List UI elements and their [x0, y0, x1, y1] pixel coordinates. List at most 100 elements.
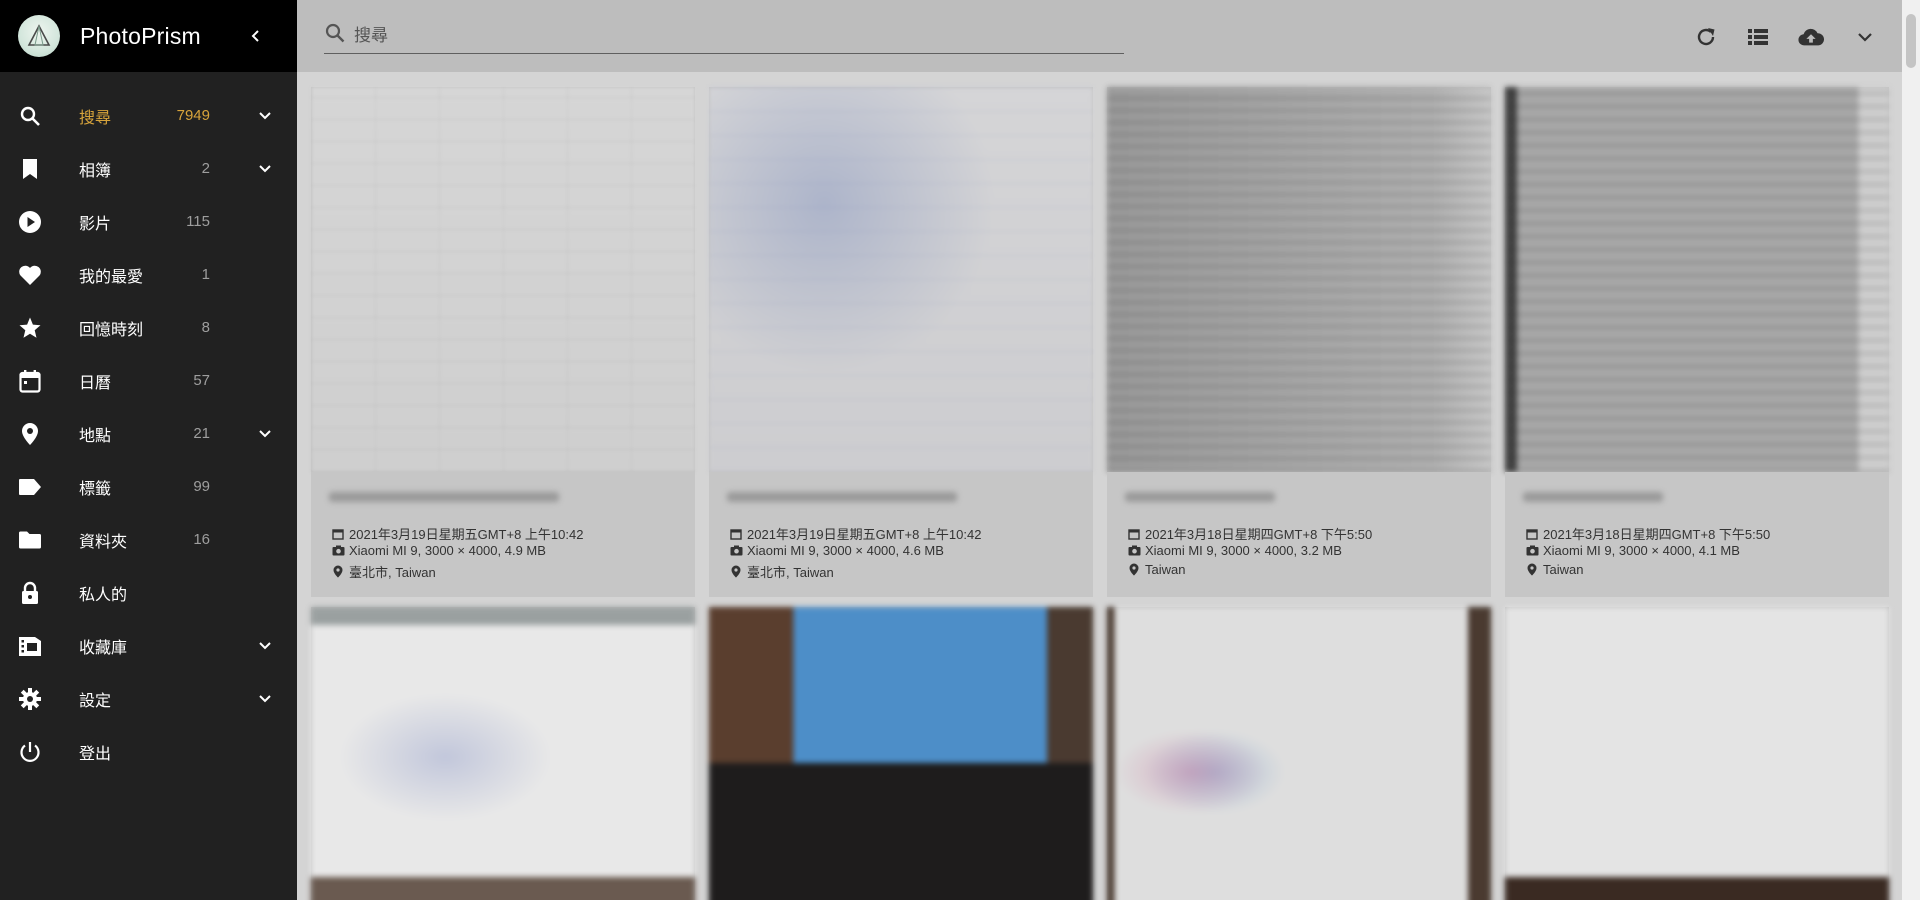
map-marker-icon [729, 565, 743, 579]
label-icon [18, 475, 42, 499]
sidebar-item-count: 115 [186, 213, 210, 230]
photo-card[interactable]: 2021年3月19日星期五GMT+8 上午10:42 Xiaomi MI 9, … [311, 87, 695, 597]
chevron-down-icon[interactable] [253, 422, 277, 446]
chevron-down-icon[interactable] [253, 157, 277, 181]
photo-thumbnail[interactable] [709, 607, 1093, 900]
photo-location-text: Taiwan [1145, 562, 1186, 577]
photo-camera-text: Xiaomi MI 9, 3000 × 4000, 4.6 MB [747, 543, 944, 558]
sidebar-item-label: 私人的 [79, 586, 128, 604]
chevron-down-icon[interactable] [253, 634, 277, 658]
calendar-icon [331, 527, 345, 541]
chevron-down-icon[interactable] [253, 104, 277, 128]
heart-icon [18, 263, 42, 287]
sidebar-item-settings[interactable]: 設定 [0, 672, 297, 725]
photo-location-text: 臺北市, Taiwan [747, 565, 834, 580]
sidebar-item-label: 標籤 [79, 480, 112, 498]
chevron-down-icon[interactable] [1852, 24, 1878, 50]
sidebar-item-favorites[interactable]: 我的最愛 1 [0, 248, 297, 301]
photo-thumbnail[interactable] [1505, 607, 1889, 900]
collapse-sidebar-icon[interactable] [244, 24, 268, 48]
lock-icon [18, 581, 42, 605]
photo-title [727, 492, 957, 502]
photo-camera: Xiaomi MI 9, 3000 × 4000, 4.1 MB [1525, 543, 1740, 558]
sidebar-item-logout[interactable]: 登出 [0, 725, 297, 778]
photo-card[interactable]: 2021年3月18日星期四GMT+8 下午5:50 Xiaomi MI 9, 3… [1505, 87, 1889, 597]
photoprism-logo-icon[interactable] [18, 15, 60, 57]
sidebar-item-search[interactable]: 搜尋 7949 [0, 89, 297, 142]
play-circle-icon [18, 210, 42, 234]
photo-location-text: 臺北市, Taiwan [349, 565, 436, 580]
sidebar-item-private[interactable]: 私人的 [0, 566, 297, 619]
calendar-icon [1525, 527, 1539, 541]
sidebar-item-label: 搜尋 [79, 109, 112, 127]
photo-caption: 2021年3月18日星期四GMT+8 下午5:50 Xiaomi MI 9, 3… [1107, 472, 1491, 597]
photo-caption: 2021年3月19日星期五GMT+8 上午10:42 Xiaomi MI 9, … [709, 472, 1093, 597]
sidebar-item-labels[interactable]: 標籤 99 [0, 460, 297, 513]
photo-camera: Xiaomi MI 9, 3000 × 4000, 4.9 MB [331, 543, 546, 558]
photo-card[interactable]: 2021年3月18日星期四GMT+8 下午5:50 Xiaomi MI 9, 3… [1107, 87, 1491, 597]
photo-location: 臺北市, Taiwan [729, 562, 834, 581]
scrollbar[interactable] [1902, 0, 1920, 900]
sidebar-item-albums[interactable]: 相簿 2 [0, 142, 297, 195]
sidebar-item-calendar[interactable]: 日曆 57 [0, 354, 297, 407]
camera-icon [1127, 544, 1141, 558]
sidebar-item-count: 99 [193, 478, 210, 495]
sidebar: PhotoPrism 搜尋 7949 相簿 2 影片 115 我的最愛 1 回憶… [0, 0, 297, 900]
photo-thumbnail[interactable] [709, 87, 1093, 472]
refresh-icon[interactable] [1693, 24, 1719, 50]
calendar-icon [729, 527, 743, 541]
photo-thumbnail[interactable] [1107, 87, 1491, 472]
photo-thumbnail[interactable] [311, 87, 695, 472]
photo-card[interactable] [311, 607, 695, 900]
photo-card[interactable] [709, 607, 1093, 900]
sidebar-item-count: 1 [201, 266, 210, 283]
photo-camera: Xiaomi MI 9, 3000 × 4000, 4.6 MB [729, 543, 944, 558]
sidebar-header: PhotoPrism [0, 0, 297, 72]
sidebar-item-label: 收藏庫 [79, 639, 128, 657]
sidebar-item-moments[interactable]: 回憶時刻 8 [0, 301, 297, 354]
scrollbar-thumb[interactable] [1906, 14, 1916, 68]
camera-icon [331, 544, 345, 558]
search-icon [324, 22, 346, 49]
photo-title [329, 492, 559, 502]
sidebar-item-folders[interactable]: 資料夾 16 [0, 513, 297, 566]
sidebar-item-label: 資料夾 [79, 533, 128, 551]
sidebar-item-places[interactable]: 地點 21 [0, 407, 297, 460]
gear-icon [18, 687, 42, 711]
photo-location: Taiwan [1127, 562, 1185, 577]
folder-icon [18, 528, 42, 552]
photo-card[interactable] [1107, 607, 1491, 900]
camera-icon [729, 544, 743, 558]
photo-location-text: Taiwan [1543, 562, 1584, 577]
view-list-icon[interactable] [1745, 24, 1771, 50]
sidebar-item-count: 7949 [176, 107, 210, 124]
photo-location: 臺北市, Taiwan [331, 562, 436, 581]
photo-location: Taiwan [1525, 562, 1583, 577]
cloud-upload-icon[interactable] [1798, 24, 1824, 50]
camera-icon [1525, 544, 1539, 558]
chevron-down-icon[interactable] [253, 687, 277, 711]
photo-date: 2021年3月18日星期四GMT+8 下午5:50 [1127, 524, 1372, 543]
photo-date-text: 2021年3月19日星期五GMT+8 上午10:42 [349, 527, 584, 542]
photo-caption: 2021年3月19日星期五GMT+8 上午10:42 Xiaomi MI 9, … [311, 472, 695, 597]
map-marker-icon [331, 565, 345, 579]
photo-date: 2021年3月19日星期五GMT+8 上午10:42 [331, 524, 583, 543]
sidebar-item-count: 16 [193, 531, 210, 548]
photo-date-text: 2021年3月19日星期五GMT+8 上午10:42 [747, 527, 982, 542]
sidebar-item-library[interactable]: 收藏庫 [0, 619, 297, 672]
sidebar-item-label: 設定 [79, 692, 112, 710]
sidebar-item-label: 我的最愛 [79, 268, 144, 286]
sidebar-item-videos[interactable]: 影片 115 [0, 195, 297, 248]
photo-date: 2021年3月18日星期四GMT+8 下午5:50 [1525, 524, 1770, 543]
photo-title [1125, 492, 1275, 502]
photo-thumbnail[interactable] [1505, 87, 1889, 472]
sidebar-item-label: 相簿 [79, 162, 112, 180]
photo-thumbnail[interactable] [1107, 607, 1491, 900]
photo-thumbnail[interactable] [311, 607, 695, 900]
search-input[interactable] [354, 25, 1114, 46]
sidebar-item-label: 登出 [79, 745, 112, 763]
photo-date: 2021年3月19日星期五GMT+8 上午10:42 [729, 524, 981, 543]
photo-card[interactable]: 2021年3月19日星期五GMT+8 上午10:42 Xiaomi MI 9, … [709, 87, 1093, 597]
photo-card[interactable] [1505, 607, 1889, 900]
sidebar-item-label: 回憶時刻 [79, 321, 144, 339]
